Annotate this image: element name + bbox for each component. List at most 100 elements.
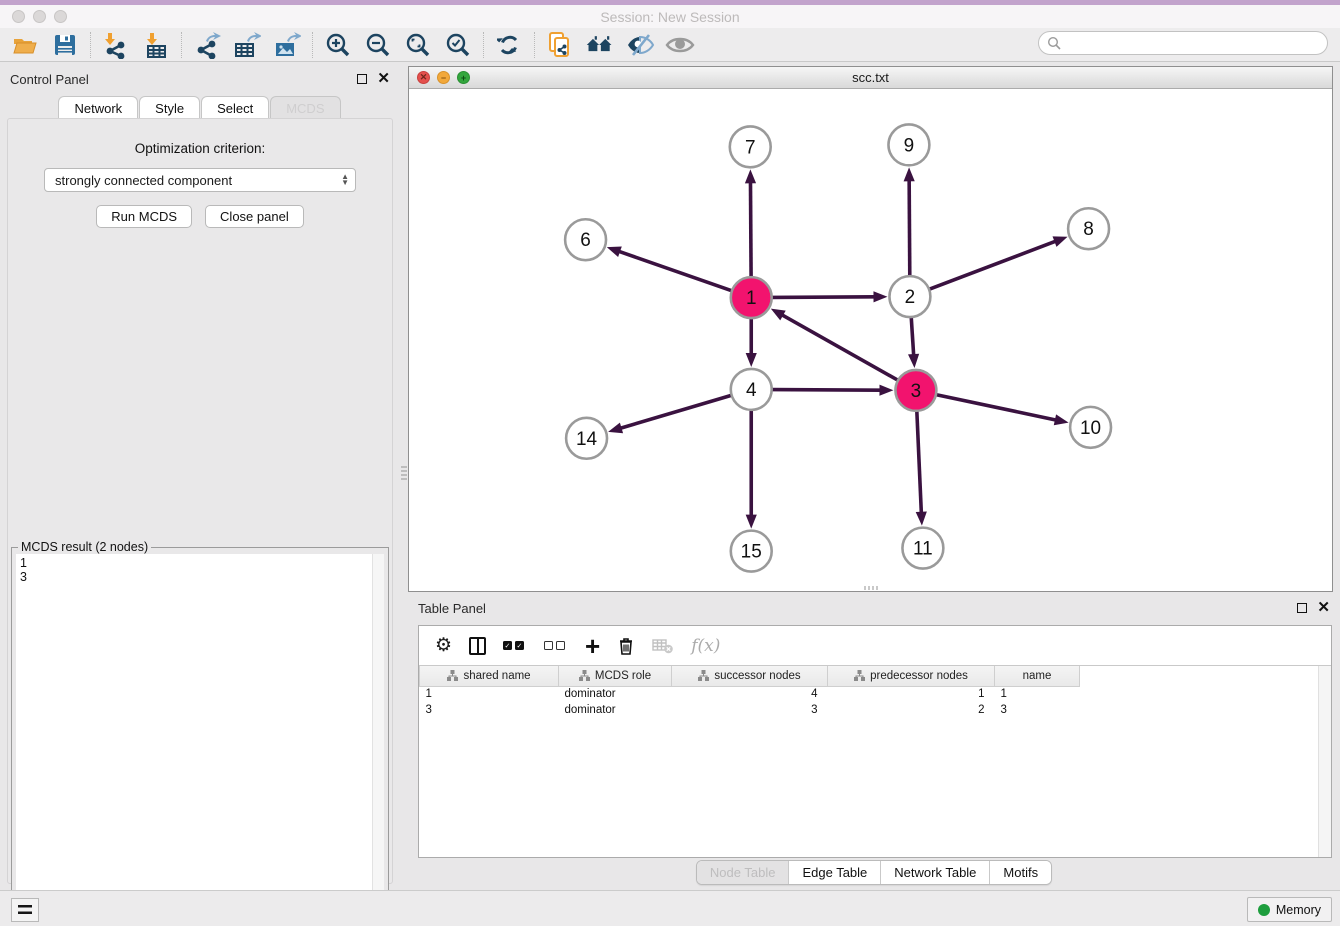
- column-header-successor-nodes[interactable]: successor nodes: [672, 666, 828, 686]
- run-mcds-button[interactable]: Run MCDS: [96, 205, 192, 228]
- import-network-icon[interactable]: [101, 31, 131, 59]
- edge-1-7[interactable]: [750, 181, 751, 277]
- arrowhead-icon: [904, 167, 915, 181]
- save-session-icon[interactable]: [50, 31, 80, 59]
- tree-icon: [447, 670, 458, 681]
- tab-motifs[interactable]: Motifs: [990, 861, 1051, 884]
- column-header-name[interactable]: name: [995, 666, 1080, 686]
- edge-4-3[interactable]: [772, 390, 882, 391]
- table-header-row[interactable]: shared nameMCDS rolesuccessor nodesprede…: [420, 666, 1080, 686]
- mcds-result-text[interactable]: 1 3: [16, 554, 372, 924]
- network-window-titlebar[interactable]: ✕ − + scc.txt: [409, 67, 1332, 89]
- tab-node-table[interactable]: Node Table: [697, 861, 790, 884]
- zoom-fit-icon[interactable]: [403, 31, 433, 59]
- arrowhead-icon: [746, 353, 757, 367]
- edge-4-14[interactable]: [620, 395, 732, 428]
- deselect-all-icon[interactable]: [544, 633, 568, 659]
- window-title: Session: New Session: [0, 9, 1340, 25]
- column-visibility-icon[interactable]: [469, 633, 486, 659]
- arrowhead-icon: [746, 515, 757, 529]
- mcds-result-scrollbar[interactable]: [372, 554, 384, 924]
- graph-node-label: 14: [576, 429, 597, 450]
- export-table-icon[interactable]: [232, 31, 262, 59]
- edge-2-8[interactable]: [929, 241, 1056, 289]
- arrowhead-icon: [916, 511, 927, 525]
- graph-node-label: 8: [1083, 219, 1094, 240]
- select-all-icon[interactable]: [503, 633, 527, 659]
- search-input[interactable]: [1061, 33, 1327, 53]
- panel-divider[interactable]: [400, 66, 408, 890]
- column-header-MCDS-role[interactable]: MCDS role: [559, 666, 672, 686]
- arrowhead-icon: [745, 169, 756, 183]
- memory-button[interactable]: Memory: [1247, 897, 1332, 922]
- function-builder-icon[interactable]: f(x): [691, 633, 720, 659]
- table-tabs: Node TableEdge TableNetwork TableMotifs: [408, 860, 1340, 885]
- main-toolbar: [0, 28, 1340, 62]
- graph-node-label: 1: [746, 288, 757, 309]
- graph-node-label: 11: [913, 539, 933, 560]
- table-scrollbar[interactable]: [1318, 666, 1331, 857]
- graph-node-label: 3: [911, 381, 922, 402]
- zoom-out-icon[interactable]: [363, 31, 393, 59]
- network-canvas[interactable]: 7968124314101511: [409, 89, 1332, 591]
- table-panel: Table Panel ✕ ⚙ + f(x) shared nameMCDS r…: [408, 595, 1340, 890]
- graph-node-label: 7: [745, 137, 756, 158]
- tab-network-table[interactable]: Network Table: [881, 861, 990, 884]
- arrowhead-icon: [1053, 236, 1068, 246]
- criterion-select[interactable]: strongly connected component ▲▼: [44, 168, 356, 192]
- column-header-predecessor-nodes[interactable]: predecessor nodes: [828, 666, 995, 686]
- edge-3-10[interactable]: [936, 395, 1057, 421]
- float-table-panel-icon[interactable]: [1297, 603, 1307, 613]
- delete-column-icon[interactable]: [617, 633, 635, 659]
- graph-node-label: 15: [741, 542, 762, 563]
- edge-1-6[interactable]: [618, 251, 732, 291]
- table-row[interactable]: 3dominator323: [420, 702, 1080, 718]
- open-file-icon[interactable]: [10, 31, 40, 59]
- network-window-title: scc.txt: [409, 70, 1332, 85]
- tree-icon: [854, 670, 865, 681]
- tab-edge-table[interactable]: Edge Table: [789, 861, 881, 884]
- graph-node-label: 2: [905, 287, 916, 308]
- list-icon: [18, 905, 32, 916]
- close-panel-icon[interactable]: ✕: [377, 74, 390, 84]
- divider-grip[interactable]: [401, 466, 407, 482]
- refresh-icon[interactable]: [494, 31, 524, 59]
- import-table-icon[interactable]: [141, 31, 171, 59]
- column-header-shared-name[interactable]: shared name: [420, 666, 559, 686]
- mcds-tab-content: Optimization criterion: strongly connect…: [7, 118, 393, 884]
- zoom-selected-icon[interactable]: [443, 31, 473, 59]
- reset-view-icon[interactable]: [585, 31, 615, 59]
- birdseye-view-icon[interactable]: [665, 31, 695, 59]
- arrowhead-icon: [771, 309, 786, 321]
- export-network-icon[interactable]: [192, 31, 222, 59]
- close-table-panel-icon[interactable]: ✕: [1317, 603, 1330, 613]
- network-window-grip[interactable]: [864, 586, 878, 590]
- memory-label: Memory: [1276, 903, 1321, 917]
- edge-3-1[interactable]: [781, 314, 898, 380]
- edge-2-3[interactable]: [911, 317, 913, 356]
- task-history-button[interactable]: [11, 898, 39, 922]
- table-row[interactable]: 1dominator411: [420, 686, 1080, 702]
- edge-2-9[interactable]: [909, 179, 910, 276]
- table-settings-icon[interactable]: ⚙: [435, 633, 452, 659]
- delete-table-icon[interactable]: [652, 633, 674, 659]
- toggle-graphics-details-icon[interactable]: [625, 31, 655, 59]
- arrowhead-icon: [879, 385, 893, 396]
- select-arrows-icon: ▲▼: [341, 174, 349, 186]
- titlebar: Session: New Session: [0, 5, 1340, 28]
- export-image-icon[interactable]: [272, 31, 302, 59]
- memory-status-icon: [1258, 904, 1270, 916]
- zoom-in-icon[interactable]: [323, 31, 353, 59]
- search-icon: [1047, 36, 1061, 50]
- graph-node-label: 6: [580, 230, 591, 251]
- close-panel-button[interactable]: Close panel: [205, 205, 304, 228]
- clone-network-icon[interactable]: [545, 31, 575, 59]
- node-table: shared nameMCDS rolesuccessor nodesprede…: [419, 666, 1080, 718]
- edge-1-2[interactable]: [772, 297, 876, 298]
- network-view-window: ✕ − + scc.txt 7968124314101511: [408, 66, 1333, 592]
- add-column-icon[interactable]: +: [585, 633, 600, 659]
- edge-3-11[interactable]: [917, 411, 922, 514]
- float-panel-icon[interactable]: [357, 74, 367, 84]
- search-field[interactable]: [1038, 31, 1328, 55]
- network-graph[interactable]: 7968124314101511: [409, 89, 1332, 591]
